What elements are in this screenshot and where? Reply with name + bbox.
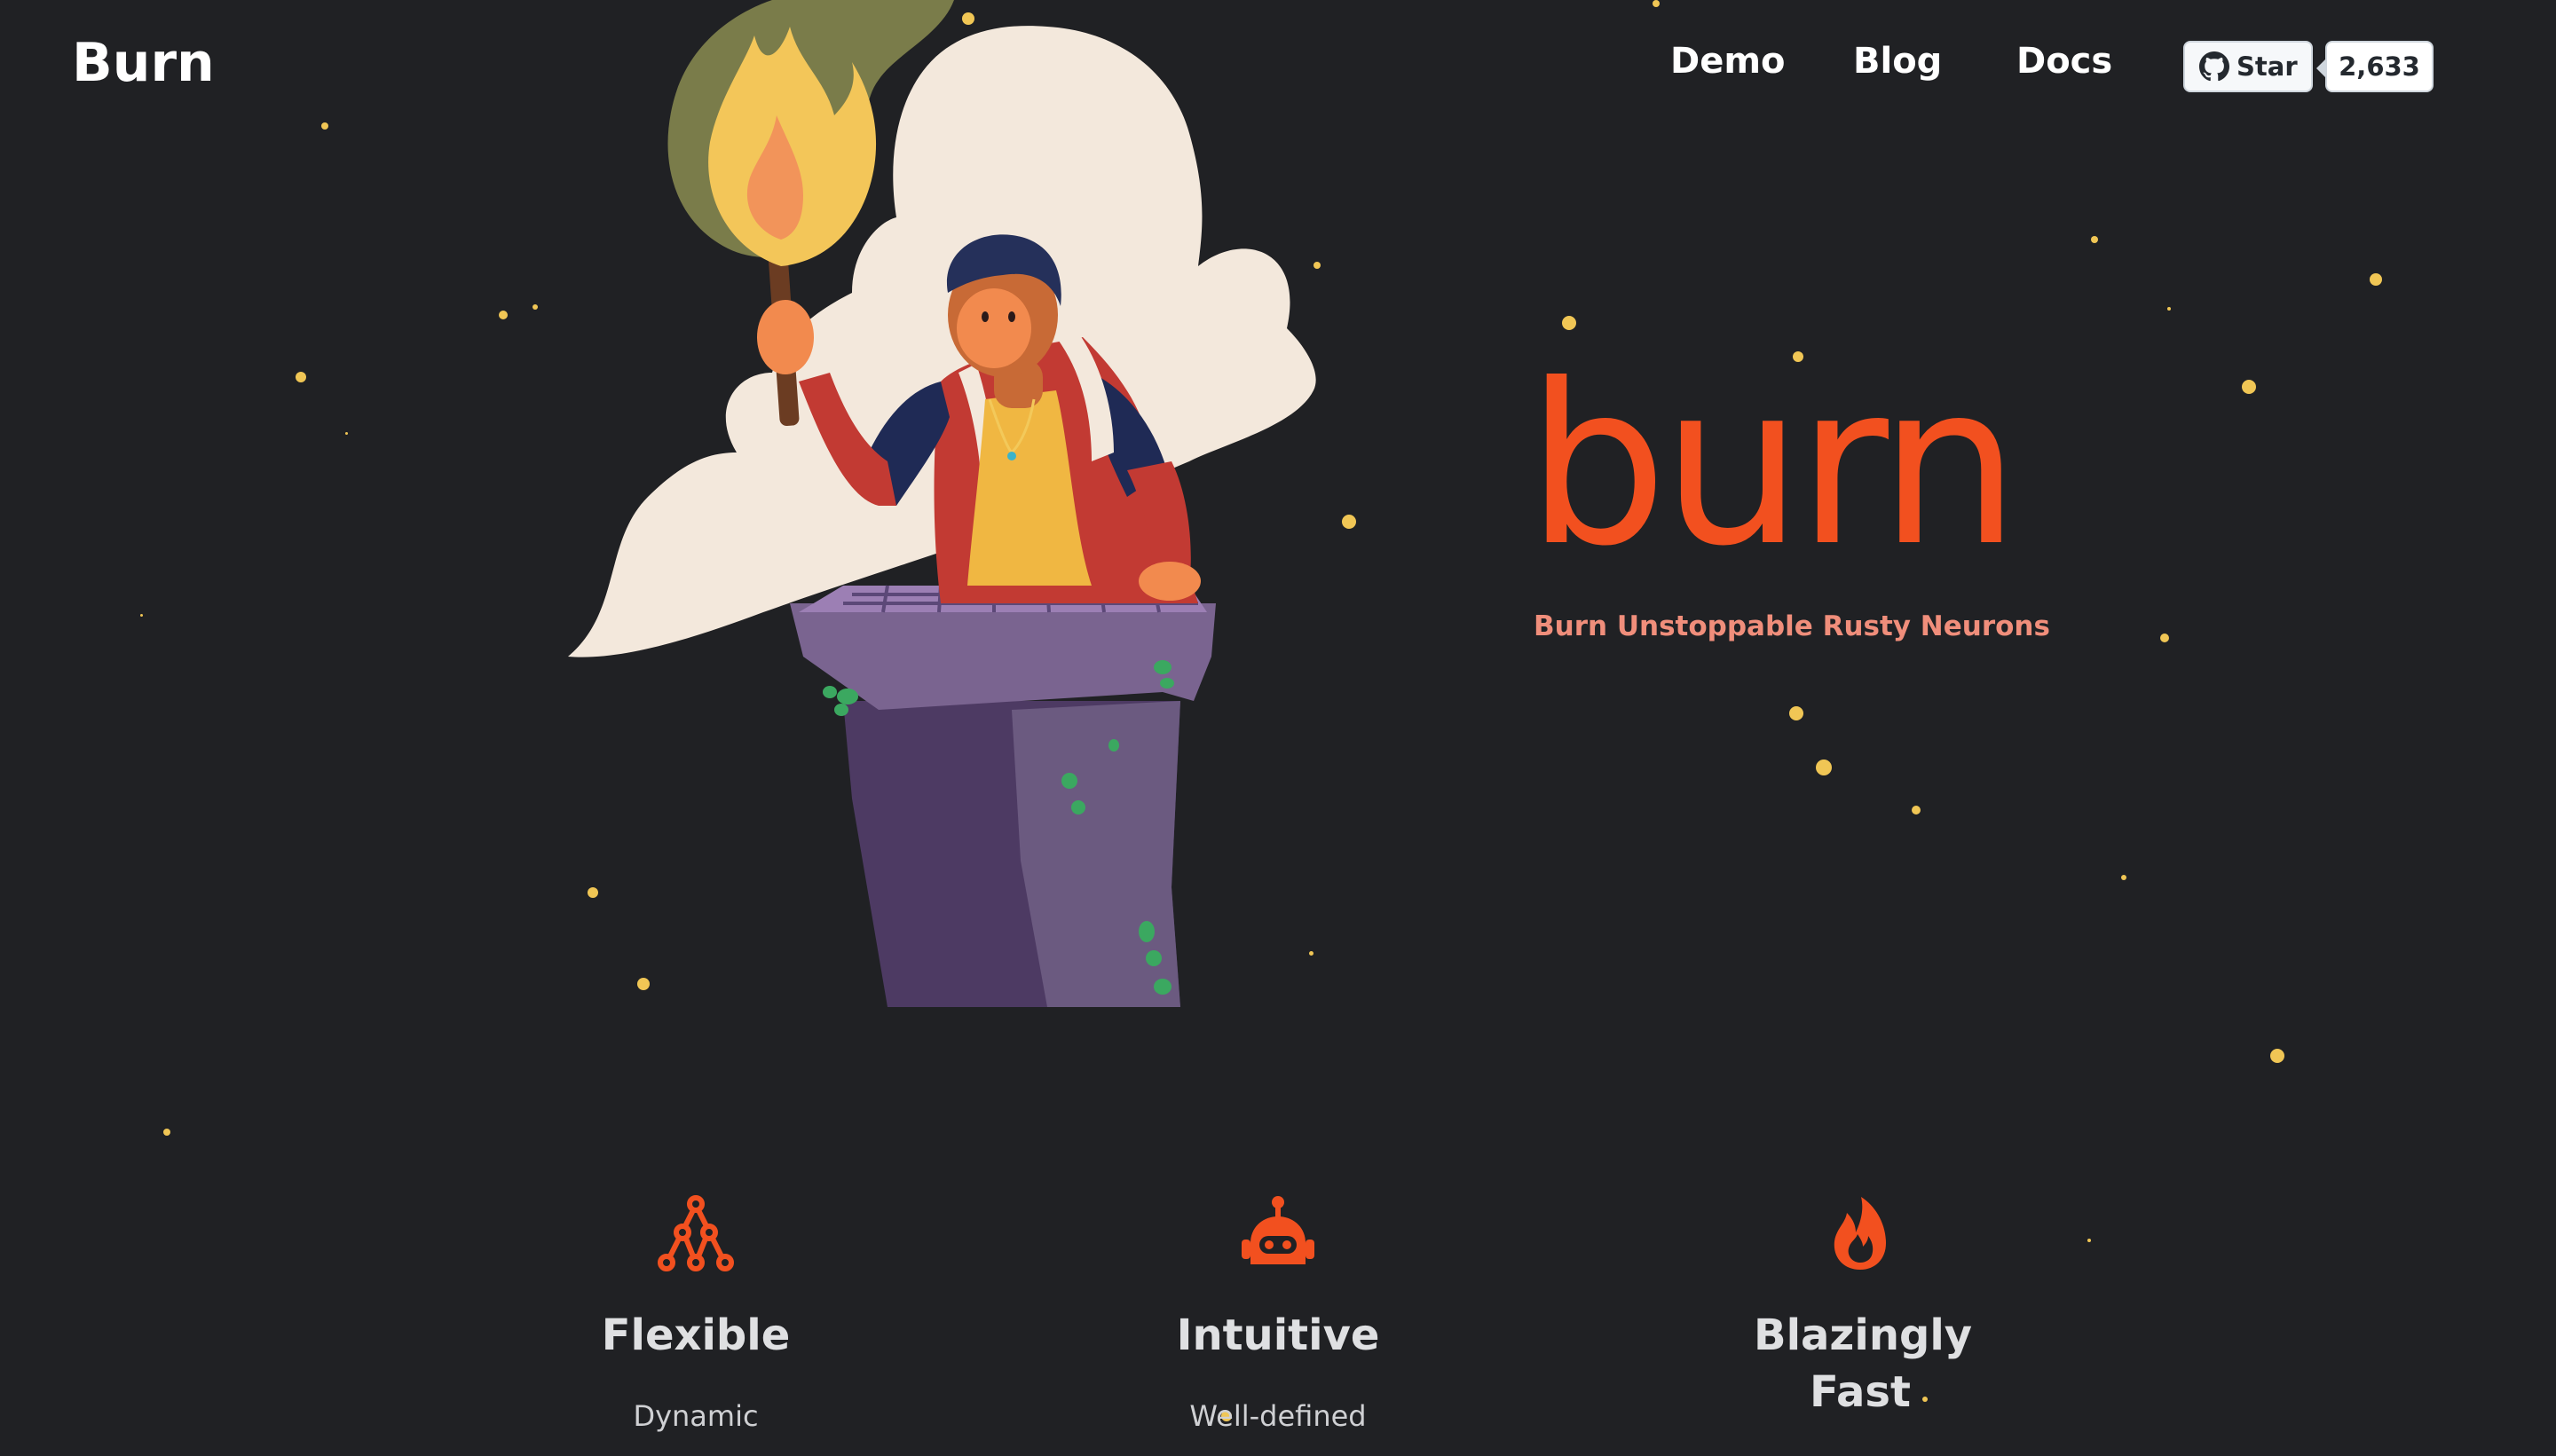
nav-docs[interactable]: Docs — [2016, 41, 2112, 82]
feature-description: Well-defined — [1189, 1399, 1367, 1433]
hero-illustration — [568, 0, 1316, 1007]
burn-wordmark: burn — [1526, 336, 2020, 594]
hero-tagline: Burn Unstoppable Rusty Neurons — [1534, 610, 2050, 642]
feature-flexible: Flexible Dynamic — [501, 1193, 891, 1433]
left-hand — [757, 300, 814, 374]
feature-title: Intuitive — [1176, 1310, 1380, 1360]
right-hand — [1139, 562, 1201, 601]
feature-title: Blazingly Fast — [1754, 1310, 1973, 1417]
github-icon — [2199, 51, 2229, 82]
tree-nodes-icon — [501, 1193, 891, 1273]
github-star-button[interactable]: Star — [2183, 41, 2313, 92]
brand-logo[interactable]: Burn — [72, 32, 215, 94]
github-star-count[interactable]: 2,633 — [2316, 41, 2434, 92]
feature-title: Flexible — [601, 1310, 791, 1360]
feature-description: Dynamic — [633, 1399, 759, 1433]
feature-intuitive: Intuitive Well-defined — [1083, 1193, 1473, 1433]
nav-demo[interactable]: Demo — [1670, 41, 1786, 82]
robot-icon — [1083, 1193, 1473, 1273]
flame-icon — [1665, 1193, 2055, 1273]
nav-blog[interactable]: Blog — [1853, 41, 1942, 82]
feature-blazingly-fast: Blazingly Fast — [1665, 1193, 2055, 1456]
github-star-label: Star — [2236, 51, 2298, 82]
